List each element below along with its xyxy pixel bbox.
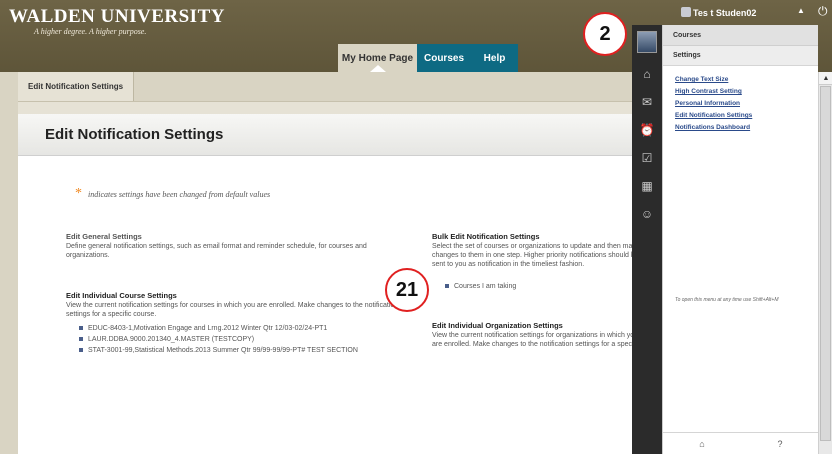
settings-link-list: Change Text Size High Contrast Setting P…	[663, 66, 818, 134]
menu-shortcut-hint: To open this menu at any time use Shift+…	[675, 297, 779, 303]
callout-marker-2: 2	[583, 12, 627, 56]
page-scrollbar[interactable]: ▲	[818, 72, 832, 454]
general-settings-description: Define general notification settings, su…	[66, 243, 367, 259]
tab-label: Courses	[423, 52, 464, 64]
individual-organization-settings-title: Edit Individual Organization Settings	[432, 321, 563, 330]
alarm-clock-icon[interactable]: ⏰	[640, 123, 655, 137]
edit-notification-settings-link[interactable]: Edit Notification Settings	[675, 110, 818, 122]
logout-power-icon[interactable]: ⏻	[818, 4, 828, 19]
change-text-size-link[interactable]: Change Text Size	[675, 74, 818, 86]
inbox-icon[interactable]: ✉	[640, 95, 654, 109]
university-logo[interactable]: WALDEN UNIVERSITY	[9, 6, 225, 28]
page-title: Edit Notification Settings	[45, 126, 224, 143]
caret-up-icon[interactable]: ▲	[797, 6, 805, 15]
global-navigation-menu: Courses Settings Change Text Size High C…	[662, 25, 819, 454]
breadcrumb-item-edit-notification-settings[interactable]: Edit Notification Settings	[18, 72, 135, 101]
bulk-edit-title: Bulk Edit Notification Settings	[432, 232, 540, 241]
high-contrast-setting-link[interactable]: High Contrast Setting	[675, 86, 818, 98]
active-tab-caret-icon	[370, 65, 386, 72]
home-icon[interactable]: ⌂	[663, 433, 741, 454]
help-question-icon[interactable]: ?	[741, 433, 819, 454]
legend-text: indicates settings have been changed fro…	[88, 189, 271, 199]
list-item[interactable]: STAT-3001-99,Statistical Methods.2013 Su…	[76, 346, 366, 355]
scrollbar-thumb[interactable]	[820, 86, 831, 441]
menu-footer: ⌂ ?	[663, 432, 819, 454]
menu-subheading: Settings	[663, 46, 818, 66]
user-name[interactable]: Tes t Studen02	[693, 8, 756, 18]
calendar-icon[interactable]: ▦	[640, 179, 654, 193]
scroll-up-arrow-icon[interactable]: ▲	[819, 72, 832, 85]
institution-home-icon[interactable]: ⌂	[640, 67, 654, 81]
asterisk-icon: *	[75, 186, 82, 201]
tab-label: Help	[483, 52, 506, 64]
smiley-face-icon[interactable]: ☺	[640, 207, 654, 221]
user-badge-icon	[681, 7, 691, 17]
callout-marker-21: 21	[385, 268, 429, 312]
menu-heading[interactable]: Courses	[663, 25, 818, 46]
course-list: EDUC-8403-1,Motivation Engage and Lrng.2…	[76, 324, 366, 357]
edit-general-settings-link[interactable]: Edit General Settings	[66, 232, 142, 241]
side-panel-rail: ⌂ ✉ ⏰ ☑ ▦ ☺	[632, 25, 662, 454]
tab-courses[interactable]: Courses	[417, 44, 471, 72]
logo-tagline: A higher degree. A higher purpose.	[34, 27, 147, 36]
list-item[interactable]: LAUR.DDBA.9000.201340_4.MASTER (TESTCOPY…	[76, 335, 366, 344]
main-content: Edit Notification Settings * indicates s…	[18, 114, 650, 454]
individual-course-settings-title: Edit Individual Course Settings	[66, 291, 177, 300]
grades-check-icon[interactable]: ☑	[640, 151, 654, 165]
bulk-edit-list: Courses I am taking	[442, 282, 642, 293]
individual-organization-settings-description: View the current notification settings f…	[432, 332, 641, 348]
notifications-dashboard-link[interactable]: Notifications Dashboard	[675, 122, 818, 134]
avatar[interactable]	[637, 31, 657, 53]
page-header: Edit Notification Settings	[18, 114, 650, 156]
personal-information-link[interactable]: Personal Information	[675, 98, 818, 110]
list-item[interactable]: Courses I am taking	[442, 282, 642, 291]
list-item[interactable]: EDUC-8403-1,Motivation Engage and Lrng.2…	[76, 324, 366, 333]
bulk-edit-description: Select the set of courses or organizatio…	[432, 243, 640, 268]
left-frame-strip	[0, 72, 18, 454]
tab-help[interactable]: Help	[471, 44, 518, 72]
individual-course-settings-description: View the current notification settings f…	[66, 302, 399, 318]
changed-settings-legend: * indicates settings have been changed f…	[75, 186, 270, 202]
tab-label: My Home Page	[341, 52, 414, 64]
tab-my-home-page[interactable]: My Home Page	[338, 44, 417, 72]
